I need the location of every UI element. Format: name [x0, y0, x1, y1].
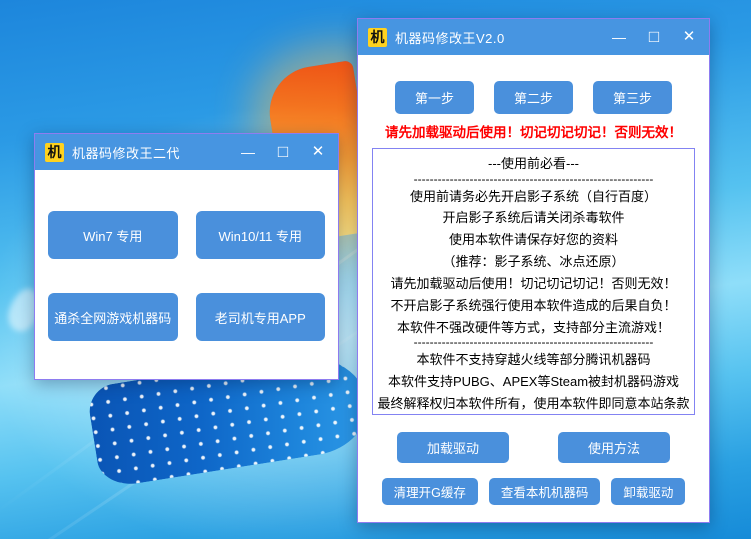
notice-line: 请先加载驱动后使用！切记切记切记！否则无效！ [375, 273, 692, 292]
desktop-wallpaper: 机 机器码修改王二代 — □ ✕ Win7 专用 Win10/11 专用 通杀全… [0, 0, 751, 539]
left-window-title: 机器码修改王二代 [72, 143, 180, 162]
load-driver-button[interactable]: 加载驱动 [397, 432, 509, 463]
app-icon: 机 [45, 143, 64, 162]
all-games-machine-code-button[interactable]: 通杀全网游戏机器码 [48, 293, 178, 341]
action-buttons-row2: 清理开G缓存 查看本机机器码 卸载驱动 [358, 478, 709, 505]
view-machine-code-button[interactable]: 查看本机机器码 [489, 478, 601, 505]
veteran-app-button[interactable]: 老司机专用APP [196, 293, 326, 341]
close-icon[interactable]: ✕ [679, 26, 699, 48]
step3-button[interactable]: 第三步 [593, 81, 672, 114]
notice-divider: ----------------------------------------… [375, 338, 692, 346]
step-buttons-row: 第一步 第二步 第三步 [358, 81, 709, 114]
notice-line: 开启影子系统后请关闭杀毒软件 [375, 207, 692, 226]
minimize-icon[interactable]: — [609, 26, 629, 48]
notice-line: 不开启影子系统强行使用本软件造成的后果自负！ [375, 295, 692, 314]
window-machine-code-modifier-gen2: 机 机器码修改王二代 — □ ✕ Win7 专用 Win10/11 专用 通杀全… [34, 133, 339, 380]
right-window-title: 机器码修改王V2.0 [395, 28, 505, 47]
notice-line: 本软件支持PUBG、APEX等Steam被封机器码游戏 [375, 371, 692, 390]
maximize-icon[interactable]: □ [273, 141, 293, 163]
driver-warning-text: 请先加载驱动后使用！切记切记切记！否则无效！ [358, 121, 709, 141]
notice-line: 本软件不支持穿越火线等部分腾讯机器码 [375, 349, 692, 368]
maximize-icon[interactable]: □ [644, 26, 664, 48]
clear-cheat-cache-button[interactable]: 清理开G缓存 [382, 478, 478, 505]
notice-line: 本软件不强改硬件等方式，支持部分主流游戏！ [375, 317, 692, 336]
left-window-titlebar[interactable]: 机 机器码修改王二代 — □ ✕ [35, 134, 338, 170]
uninstall-driver-button[interactable]: 卸载驱动 [611, 478, 685, 505]
notice-line: （推荐：影子系统、冰点还原） [375, 251, 692, 270]
notice-divider: ----------------------------------------… [375, 175, 692, 183]
left-window-controls: — □ ✕ [238, 141, 328, 163]
win7-button[interactable]: Win7 专用 [48, 211, 178, 259]
right-window-titlebar[interactable]: 机 机器码修改王V2.0 — □ ✕ [358, 19, 709, 55]
action-buttons-row1: 加载驱动 使用方法 [358, 432, 709, 463]
usage-instructions-button[interactable]: 使用方法 [558, 432, 670, 463]
minimize-icon[interactable]: — [238, 141, 258, 163]
step2-button[interactable]: 第二步 [494, 81, 573, 114]
left-window-body: Win7 专用 Win10/11 专用 通杀全网游戏机器码 老司机专用APP [35, 170, 338, 341]
usage-notice-box: ---使用前必看--- ----------------------------… [372, 148, 695, 415]
notice-line: 使用本软件请保存好您的资料 [375, 229, 692, 248]
notice-line: 最终解释权归本软件所有，使用本软件即同意本站条款 [375, 393, 692, 412]
notice-line: 使用前请务必先开启影子系统（自行百度） [375, 186, 692, 205]
notice-line: ---使用前必看--- [375, 153, 692, 172]
close-icon[interactable]: ✕ [308, 141, 328, 163]
win10-11-button[interactable]: Win10/11 专用 [196, 211, 326, 259]
right-window-controls: — □ ✕ [609, 26, 699, 48]
app-icon: 机 [368, 28, 387, 47]
step1-button[interactable]: 第一步 [395, 81, 474, 114]
window-machine-code-modifier-v2: 机 机器码修改王V2.0 — □ ✕ 第一步 第二步 第三步 请先加载驱动后使用… [357, 18, 710, 523]
